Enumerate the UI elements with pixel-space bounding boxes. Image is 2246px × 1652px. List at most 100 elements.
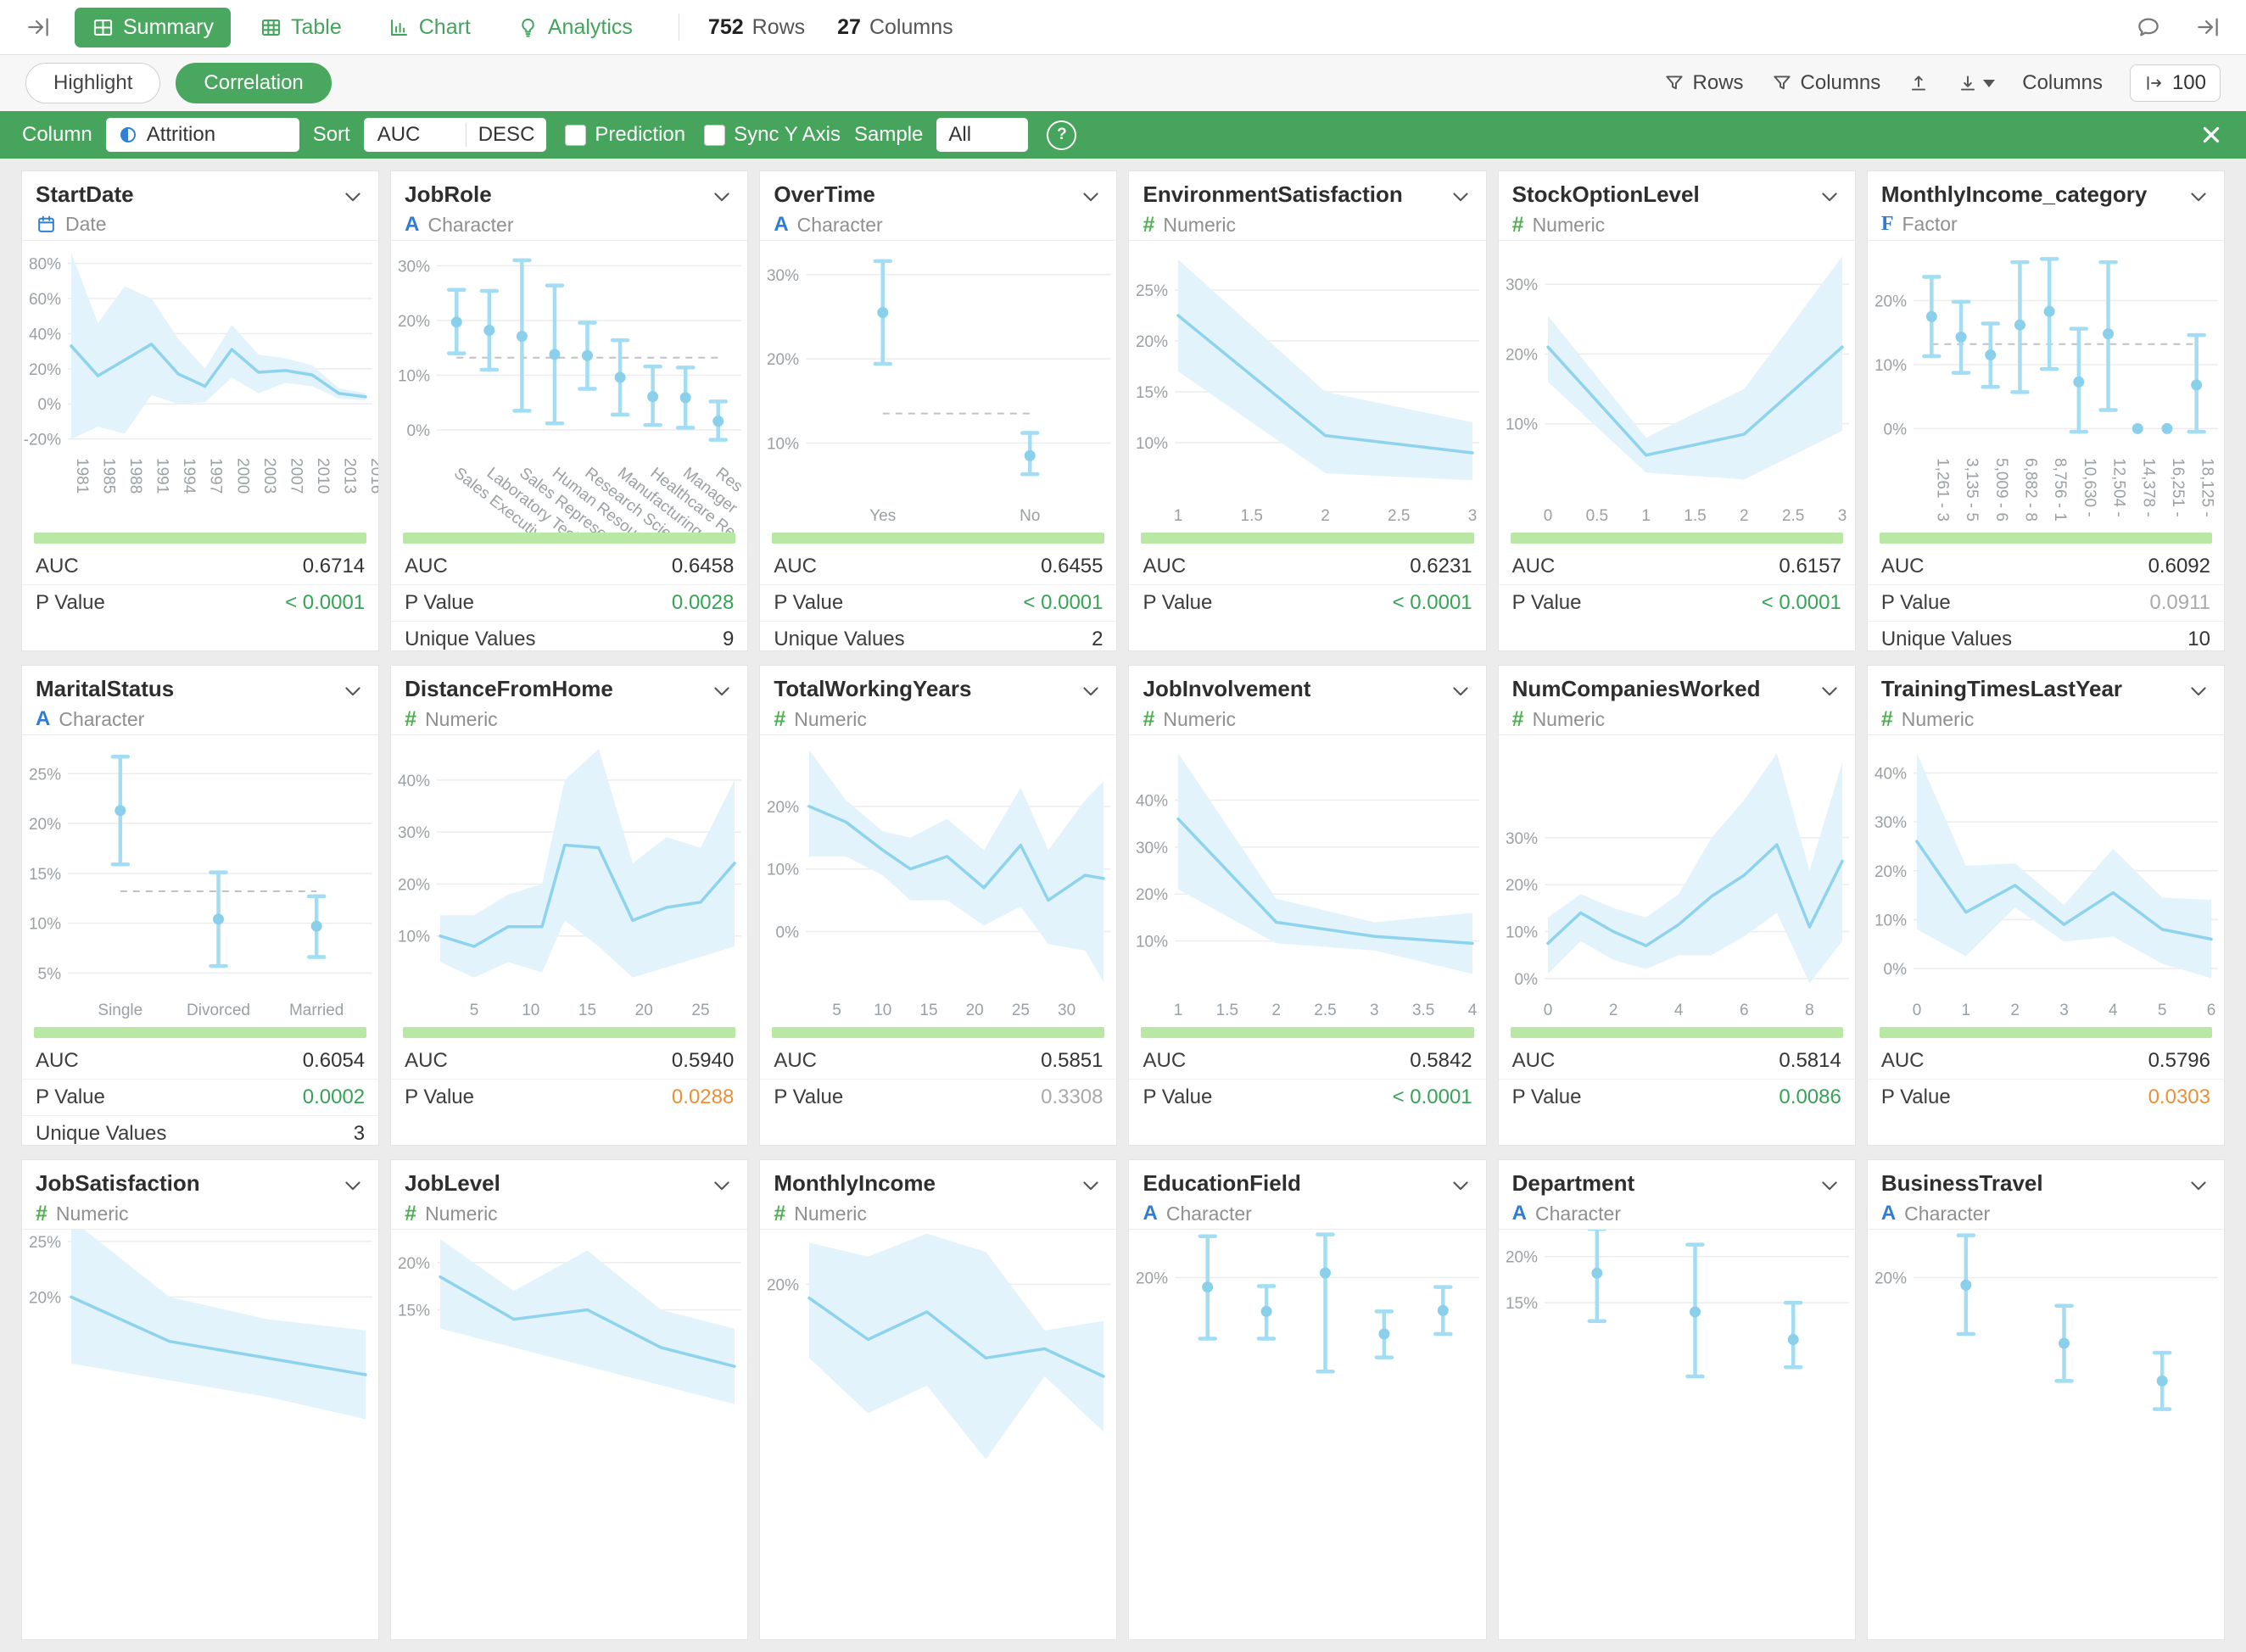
column-title: TrainingTimesLastYear [1881, 676, 2122, 702]
svg-text:15%: 15% [1506, 1295, 1538, 1313]
svg-text:3: 3 [1837, 507, 1847, 525]
svg-text:1988: 1988 [126, 458, 144, 494]
svg-text:2013: 2013 [340, 458, 358, 494]
column-chart: 10%15%20%25%11.522.53 [1129, 241, 1486, 533]
tab-summary[interactable]: Summary [75, 8, 231, 47]
svg-text:30%: 30% [1506, 830, 1538, 848]
tab-analytics[interactable]: Analytics [500, 8, 650, 47]
sort-field-select[interactable]: AUC [364, 123, 457, 147]
chevron-down-icon[interactable] [341, 1174, 365, 1197]
columns-count: 27 [837, 15, 861, 40]
p-value-row: P Value 0.0028 [391, 585, 747, 622]
column-limit-input[interactable]: 100 [2130, 64, 2221, 102]
svg-text:40%: 40% [398, 773, 430, 790]
sync-y-axis-checkbox[interactable]: Sync Y Axis [704, 123, 841, 147]
filter-rows-button[interactable]: Rows [1663, 71, 1744, 95]
svg-text:12,504 -: 12,504 - [2109, 458, 2127, 517]
column-card: EnvironmentSatisfaction # Numeric 10%15%… [1128, 170, 1486, 651]
column-title: JobLevel [405, 1170, 500, 1197]
chevron-down-icon[interactable] [2187, 1174, 2210, 1197]
auc-row: AUC 0.6231 [1129, 549, 1485, 585]
svg-text:1: 1 [1961, 1002, 1970, 1019]
stats-table: AUC 0.5851 P Value 0.3308 [760, 1043, 1116, 1115]
filter-columns-button[interactable]: Columns [1771, 71, 1881, 95]
checkbox-box [565, 125, 586, 146]
help-icon[interactable]: ? [1047, 120, 1076, 150]
column-type-label: Numeric [794, 1203, 867, 1225]
card-header: BusinessTravel A Character [1868, 1160, 2224, 1230]
column-title: EducationField [1143, 1170, 1300, 1197]
chevron-down-icon[interactable] [710, 679, 734, 703]
chevron-down-icon[interactable] [1449, 185, 1472, 209]
svg-text:10%: 10% [1506, 416, 1538, 434]
expand-panel-icon[interactable] [2195, 14, 2221, 40]
sort-direction-select[interactable]: DESC [466, 123, 547, 147]
progress-bar [403, 1027, 735, 1038]
progress-bar [1880, 1027, 2212, 1038]
svg-text:2: 2 [1272, 1002, 1282, 1019]
chevron-down-icon[interactable] [1079, 679, 1103, 703]
correlation-button[interactable]: Correlation [176, 63, 331, 103]
rows-count-label: Rows [752, 15, 806, 40]
column-type-label: Numeric [1533, 708, 1606, 731]
numeric-type-icon: # [1881, 707, 1893, 732]
chevron-down-icon[interactable] [1449, 1174, 1472, 1197]
svg-text:15%: 15% [1136, 384, 1168, 402]
card-header: JobLevel # Numeric [391, 1160, 747, 1230]
upload-icon[interactable] [1908, 72, 1930, 94]
svg-text:30%: 30% [398, 258, 430, 276]
chevron-down-icon[interactable] [1818, 185, 1841, 209]
column-type-label: Factor [1902, 213, 1958, 236]
svg-text:25: 25 [692, 1002, 710, 1019]
chevron-down-icon[interactable] [1449, 679, 1472, 703]
column-title: MonthlyIncome_category [1881, 181, 2148, 208]
column-select[interactable]: Attrition [106, 118, 299, 152]
card-header: MonthlyIncome # Numeric [760, 1160, 1116, 1230]
svg-text:10,630 -: 10,630 - [2081, 458, 2098, 517]
download-button[interactable] [1957, 72, 1995, 94]
sort-label: Sort [313, 123, 350, 147]
chevron-down-icon[interactable] [1818, 679, 1841, 703]
auc-row: AUC 0.6054 [22, 1043, 378, 1080]
svg-text:2: 2 [1740, 507, 1749, 525]
columns-limit-label: Columns [2022, 71, 2103, 95]
chevron-down-icon[interactable] [341, 185, 365, 209]
tab-chart[interactable]: Chart [371, 8, 488, 47]
collapse-panel-icon[interactable] [25, 14, 51, 40]
chevron-down-icon[interactable] [1079, 1174, 1103, 1197]
close-icon[interactable] [2199, 122, 2224, 148]
chevron-down-icon[interactable] [710, 185, 734, 209]
prediction-checkbox[interactable]: Prediction [565, 123, 685, 147]
column-type-label: Character [797, 214, 883, 237]
chevron-down-icon[interactable] [710, 1174, 734, 1197]
svg-text:0%: 0% [1883, 421, 1907, 438]
card-header: MaritalStatus A Character [22, 666, 378, 735]
svg-text:20%: 20% [398, 313, 430, 331]
svg-text:Divorced: Divorced [187, 1002, 250, 1019]
svg-text:20%: 20% [1506, 1249, 1538, 1267]
chevron-down-icon[interactable] [2187, 185, 2210, 209]
comment-icon[interactable] [2136, 14, 2161, 40]
checkbox-box [704, 125, 725, 146]
column-type-label: Numeric [1533, 214, 1606, 237]
chevron-down-icon[interactable] [2187, 679, 2210, 703]
column-chart: 10%20%30%YesNo [760, 241, 1117, 533]
svg-text:10: 10 [522, 1002, 539, 1019]
auc-label: AUC [1143, 1049, 1186, 1073]
column-chart: -20%0%20%40%60%80%1981198519881991199419… [22, 241, 379, 533]
chevron-down-icon[interactable] [1818, 1174, 1841, 1197]
chevron-down-icon[interactable] [1079, 185, 1103, 209]
svg-text:3: 3 [1468, 507, 1478, 525]
svg-text:20%: 20% [767, 799, 799, 817]
svg-text:10: 10 [874, 1002, 892, 1019]
svg-text:10%: 10% [1136, 934, 1168, 952]
tab-table[interactable]: Table [243, 8, 359, 47]
svg-text:6: 6 [1740, 1002, 1749, 1019]
chevron-down-icon[interactable] [341, 679, 365, 703]
sample-select[interactable]: All [936, 118, 1028, 152]
svg-text:4: 4 [1468, 1002, 1478, 1019]
highlight-button[interactable]: Highlight [25, 63, 160, 103]
auc-row: AUC 0.5814 [1499, 1043, 1855, 1080]
card-header: DistanceFromHome # Numeric [391, 666, 747, 735]
svg-text:No: No [1020, 507, 1040, 525]
